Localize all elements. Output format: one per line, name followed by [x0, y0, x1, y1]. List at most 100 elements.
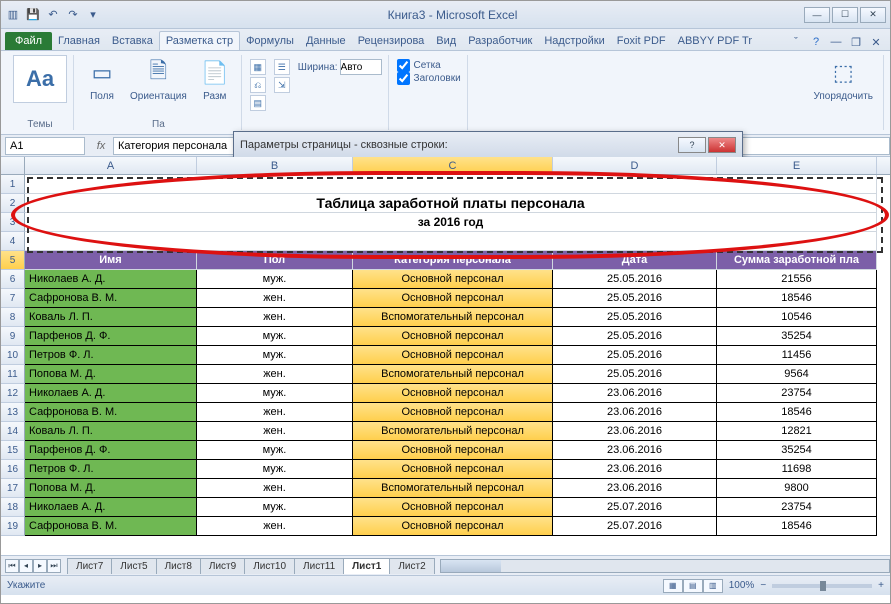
cell[interactable]: 35254	[717, 327, 877, 346]
horizontal-scrollbar[interactable]	[440, 559, 890, 573]
cell[interactable]: жен.	[197, 289, 353, 308]
table-title[interactable]: Таблица заработной платы персонала	[25, 194, 877, 213]
breaks-icon[interactable]: ⎌	[250, 77, 266, 93]
cell[interactable]: 25.05.2016	[553, 327, 717, 346]
cell[interactable]: 18546	[717, 289, 877, 308]
row-header[interactable]: 16	[1, 460, 25, 479]
cell[interactable]: 23.06.2016	[553, 403, 717, 422]
row-header[interactable]: 3	[1, 213, 25, 232]
col-header-a[interactable]: A	[25, 157, 197, 174]
sheet-nav-next[interactable]: ▸	[33, 559, 47, 573]
cell[interactable]: 9564	[717, 365, 877, 384]
cell[interactable]: 10546	[717, 308, 877, 327]
row-header[interactable]: 6	[1, 270, 25, 289]
cell[interactable]: муж.	[197, 346, 353, 365]
cell[interactable]: Вспомогательный персонал	[353, 365, 553, 384]
cell[interactable]: Парфенов Д. Ф.	[25, 441, 197, 460]
cell[interactable]: Вспомогательный персонал	[353, 308, 553, 327]
cell[interactable]: 11456	[717, 346, 877, 365]
name-box[interactable]: A1	[5, 137, 85, 155]
cell[interactable]: 9800	[717, 479, 877, 498]
save-icon[interactable]: 💾	[25, 7, 41, 23]
cell[interactable]: Сафронова В. М.	[25, 289, 197, 308]
sheet-tab[interactable]: Лист11	[294, 558, 344, 574]
dialog-help-button[interactable]: ?	[678, 137, 706, 153]
cell[interactable]: жен.	[197, 517, 353, 536]
ribbon-tab[interactable]: Foxit PDF	[611, 32, 672, 50]
cell[interactable]: Сафронова В. М.	[25, 517, 197, 536]
row-header[interactable]: 7	[1, 289, 25, 308]
zoom-level[interactable]: 100%	[729, 580, 755, 591]
page-break-view-button[interactable]: ▥	[703, 579, 723, 593]
maximize-button[interactable]: ☐	[832, 7, 858, 23]
cell[interactable]: Основной персонал	[353, 441, 553, 460]
row-header[interactable]: 4	[1, 232, 25, 251]
cell[interactable]: жен.	[197, 422, 353, 441]
ribbon-tab[interactable]: Разработчик	[462, 32, 538, 50]
cell[interactable]: муж.	[197, 384, 353, 403]
cell[interactable]: Основной персонал	[353, 289, 553, 308]
cell[interactable]: Основной персонал	[353, 270, 553, 289]
col-header-c[interactable]: C	[353, 157, 553, 174]
cell[interactable]: 25.05.2016	[553, 365, 717, 384]
cell[interactable]: муж.	[197, 498, 353, 517]
cell[interactable]: 25.07.2016	[553, 498, 717, 517]
sheet-nav-last[interactable]: ⏭	[47, 559, 61, 573]
row-header[interactable]: 19	[1, 517, 25, 536]
ribbon-tab[interactable]: Данные	[300, 32, 352, 50]
cell[interactable]: Категория персонала	[353, 251, 553, 270]
col-header-b[interactable]: B	[197, 157, 353, 174]
minimize-button[interactable]: —	[804, 7, 830, 23]
cell[interactable]: Основной персонал	[353, 384, 553, 403]
sheet-tab[interactable]: Лист2	[389, 558, 434, 574]
page-layout-view-button[interactable]: ▤	[683, 579, 703, 593]
cell[interactable]: Основной персонал	[353, 498, 553, 517]
zoom-in-button[interactable]: +	[878, 580, 884, 591]
cell[interactable]: Пол	[197, 251, 353, 270]
sheet-tab[interactable]: Лист7	[67, 558, 112, 574]
table-subtitle[interactable]: за 2016 год	[25, 213, 877, 232]
cell[interactable]: 23.06.2016	[553, 384, 717, 403]
help-icon[interactable]: ?	[808, 34, 824, 50]
cell[interactable]: Основной персонал	[353, 517, 553, 536]
sheet-nav-first[interactable]: ⏮	[5, 559, 19, 573]
sheet-tab[interactable]: Лист10	[244, 558, 295, 574]
row-header[interactable]: 9	[1, 327, 25, 346]
cell[interactable]: жен.	[197, 403, 353, 422]
ribbon-tab[interactable]: ABBYY PDF Tr	[672, 32, 758, 50]
cell[interactable]: 23.06.2016	[553, 422, 717, 441]
ribbon-tab[interactable]: Рецензирова	[352, 32, 431, 50]
cell[interactable]: 25.07.2016	[553, 517, 717, 536]
ribbon-tab[interactable]: Формулы	[240, 32, 300, 50]
cell[interactable]: 12821	[717, 422, 877, 441]
sheet-tab[interactable]: Лист5	[111, 558, 156, 574]
cell[interactable]: 18546	[717, 403, 877, 422]
cell[interactable]: Вспомогательный персонал	[353, 479, 553, 498]
cell[interactable]: Парфенов Д. Ф.	[25, 327, 197, 346]
scale-icon[interactable]: ⇲	[274, 77, 290, 93]
row-header[interactable]: 17	[1, 479, 25, 498]
zoom-slider[interactable]	[772, 584, 872, 588]
cell[interactable]: Петров Ф. Л.	[25, 346, 197, 365]
cell[interactable]: 25.05.2016	[553, 308, 717, 327]
cell[interactable]: 23754	[717, 498, 877, 517]
normal-view-button[interactable]: ▦	[663, 579, 683, 593]
row-header[interactable]: 11	[1, 365, 25, 384]
workbook-restore-icon[interactable]: ❐	[848, 34, 864, 50]
file-tab[interactable]: Файл	[5, 32, 52, 50]
undo-icon[interactable]: ↶	[45, 7, 61, 23]
ribbon-minimize-icon[interactable]: ˇ	[788, 34, 804, 50]
ribbon-tab[interactable]: Вставка	[106, 32, 159, 50]
cell[interactable]: Попова М. Д.	[25, 479, 197, 498]
cell[interactable]: Вспомогательный персонал	[353, 422, 553, 441]
cell[interactable]: Основной персонал	[353, 327, 553, 346]
width-input[interactable]	[340, 59, 382, 75]
row-header[interactable]: 18	[1, 498, 25, 517]
col-header-d[interactable]: D	[553, 157, 717, 174]
cell[interactable]: Основной персонал	[353, 346, 553, 365]
empty-row[interactable]	[25, 232, 877, 251]
arrange-button[interactable]: ⬚Упорядочить	[809, 55, 877, 104]
cell[interactable]: 18546	[717, 517, 877, 536]
margins-button[interactable]: ▭Поля	[82, 55, 122, 104]
background-icon[interactable]: ▤	[250, 95, 266, 111]
